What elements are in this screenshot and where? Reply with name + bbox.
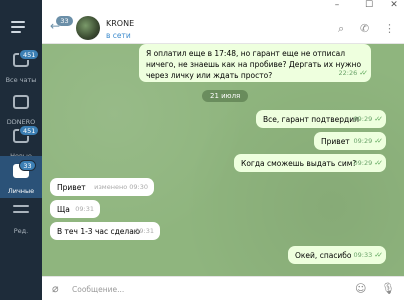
message-incoming[interactable]: В теч 1-3 час сделаю 09:31 bbox=[50, 222, 160, 240]
message-time: 09:31 bbox=[135, 227, 154, 235]
read-check-icon: ✓✓ bbox=[374, 115, 383, 123]
edited-label: изменено bbox=[94, 183, 128, 191]
folders-sidebar: 451 Все чаты DDNERO 451 Новые 33 Личные … bbox=[0, 0, 42, 300]
message-text: Окей, спасибо bbox=[295, 251, 352, 260]
window-titlebar: – ☐ ✕ bbox=[42, 0, 404, 12]
message-composer: ⌀ ☺ 🎙 bbox=[42, 276, 404, 300]
date-separator: 21 июля bbox=[202, 90, 249, 102]
folder-personal[interactable]: 33 Личные bbox=[0, 156, 42, 198]
message-text: Все, гарант подтвердил bbox=[263, 115, 359, 124]
message-time: изменено 09:30 bbox=[94, 183, 148, 191]
message-text: Ща bbox=[57, 205, 70, 214]
maximize-icon[interactable]: ☐ bbox=[359, 0, 379, 12]
back-unread-badge: 33 bbox=[56, 16, 73, 26]
folder-icon bbox=[13, 95, 29, 109]
minimize-icon[interactable]: – bbox=[327, 0, 347, 12]
unread-badge: 451 bbox=[19, 125, 40, 136]
read-check-icon: ✓✓ bbox=[374, 159, 383, 167]
paperclip-icon[interactable]: ⌀ bbox=[52, 282, 59, 295]
hamburger-icon[interactable] bbox=[11, 20, 29, 34]
message-outgoing[interactable]: Привет 09:29 ✓✓ bbox=[314, 132, 386, 150]
avatar[interactable] bbox=[76, 16, 100, 40]
folder-edit[interactable]: Ред. bbox=[0, 196, 42, 238]
folder-label: Личные bbox=[7, 187, 35, 195]
phone-icon[interactable]: ✆ bbox=[360, 22, 369, 35]
message-time: 09:29 ✓✓ bbox=[353, 115, 383, 123]
read-check-icon: ✓✓ bbox=[374, 137, 383, 145]
chat-status: в сети bbox=[106, 31, 131, 40]
message-text: В теч 1-3 час сделаю bbox=[57, 227, 141, 236]
folder-all-chats[interactable]: 451 Все чаты bbox=[0, 45, 42, 87]
folder-label: Ред. bbox=[13, 227, 29, 235]
search-icon[interactable]: ⌕ bbox=[338, 22, 344, 36]
more-vertical-icon[interactable]: ⋮ bbox=[384, 22, 395, 35]
chat-title[interactable]: KRONE bbox=[106, 19, 134, 28]
message-time: 09:29 ✓✓ bbox=[353, 159, 383, 167]
message-text: Я оплатил еще в 17:48, но гарант еще не … bbox=[146, 49, 362, 80]
chat-header: ← 33 KRONE в сети ⌕ ✆ ⋮ bbox=[42, 12, 404, 44]
message-time: 22:26 ✓✓ bbox=[338, 69, 368, 77]
message-text: Когда сможешь выдать сим? bbox=[241, 159, 357, 168]
close-icon[interactable]: ✕ bbox=[384, 0, 404, 12]
unread-badge: 451 bbox=[19, 49, 40, 60]
message-outgoing[interactable]: Когда сможешь выдать сим? 09:29 ✓✓ bbox=[234, 154, 386, 172]
message-outgoing[interactable]: Все, гарант подтвердил 09:29 ✓✓ bbox=[256, 110, 386, 128]
message-incoming[interactable]: Привет изменено 09:30 bbox=[50, 178, 154, 196]
unread-badge: 33 bbox=[19, 160, 36, 171]
message-text: Привет bbox=[57, 183, 86, 192]
message-incoming[interactable]: Ща 09:31 bbox=[50, 200, 100, 218]
message-time: 09:31 bbox=[75, 205, 94, 213]
message-text: Привет bbox=[321, 137, 350, 146]
emoji-icon[interactable]: ☺ bbox=[355, 282, 366, 295]
message-outgoing[interactable]: Я оплатил еще в 17:48, но гарант еще не … bbox=[139, 44, 371, 82]
message-input[interactable] bbox=[72, 281, 342, 297]
folder-label: Все чаты bbox=[5, 76, 37, 84]
read-check-icon: ✓✓ bbox=[374, 251, 383, 259]
read-check-icon: ✓✓ bbox=[359, 69, 368, 77]
message-time: 09:29 ✓✓ bbox=[353, 137, 383, 145]
message-list[interactable]: Я оплатил еще в 17:48, но гарант еще не … bbox=[42, 44, 404, 276]
microphone-icon[interactable]: 🎙 bbox=[381, 282, 395, 295]
message-outgoing[interactable]: Окей, спасибо 09:33 ✓✓ bbox=[288, 246, 386, 264]
message-time: 09:33 ✓✓ bbox=[353, 251, 383, 259]
